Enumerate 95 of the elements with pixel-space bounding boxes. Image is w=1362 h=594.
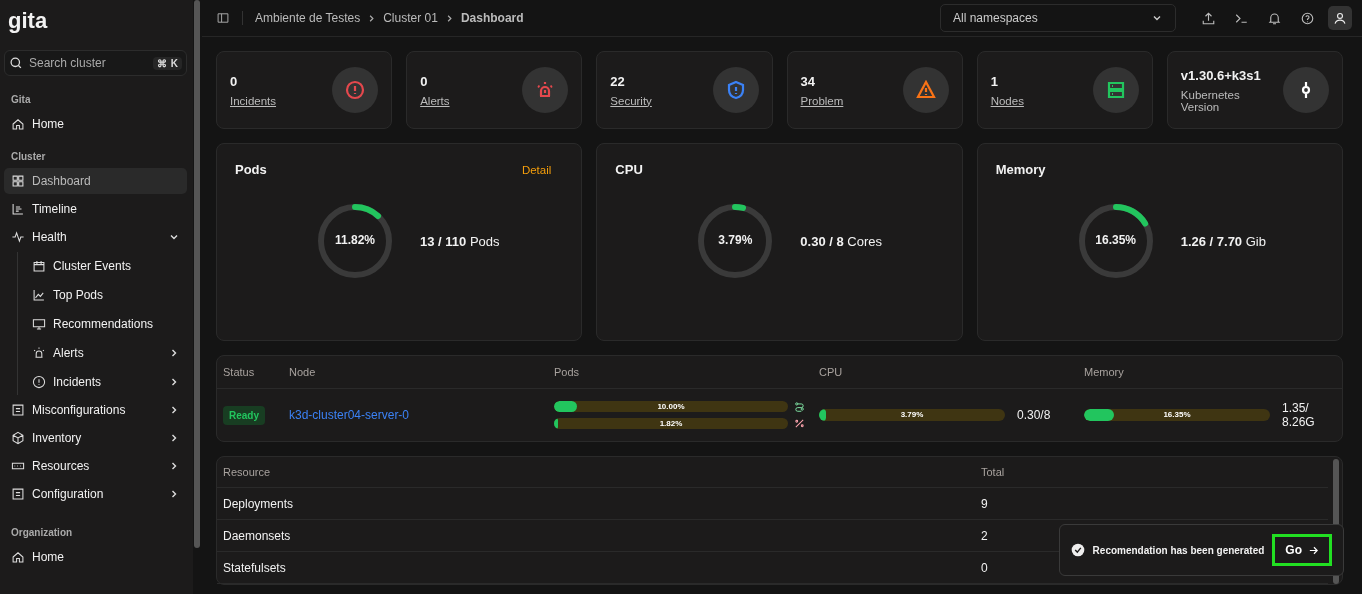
- table-cell-text: 0: [981, 560, 989, 575]
- gauge-percent: 16.35%: [1094, 233, 1137, 247]
- bar-label: 10.00%: [656, 401, 686, 412]
- namespace-select[interactable]: All namespaces: [940, 4, 1176, 32]
- sidebar-item[interactable]: Configuration: [4, 481, 187, 507]
- upload-icon[interactable]: [1201, 10, 1216, 26]
- column-header: CPU: [819, 366, 844, 378]
- sidebar-item[interactable]: Incidents: [25, 368, 187, 395]
- sidebar-item[interactable]: Home: [4, 111, 187, 137]
- logo: gita: [8, 8, 49, 34]
- section-label: Gita: [10, 93, 32, 107]
- stat-link[interactable]: Problem: [800, 94, 844, 107]
- card-title: CPU: [615, 162, 643, 177]
- stat-link[interactable]: Security: [610, 94, 652, 107]
- toast-message: Recomendation has been generated: [1092, 544, 1265, 556]
- stat-link[interactable]: Nodes: [990, 94, 1024, 107]
- usage-reading: 0.30/8: [1017, 408, 1051, 422]
- nav-icon: [11, 202, 25, 216]
- bar-label: 1.82%: [658, 418, 684, 429]
- bell-icon[interactable]: [1267, 10, 1282, 26]
- nav-icon: [32, 374, 46, 389]
- nav-icon: [32, 316, 46, 331]
- section-label: Organization: [10, 526, 74, 540]
- stat-value: 34: [800, 73, 816, 89]
- column-header: Memory: [1084, 366, 1125, 378]
- usage-reading: 1.35/ 8.26G: [1282, 401, 1316, 429]
- breadcrumb-link[interactable]: Dashboard: [460, 11, 524, 25]
- nav-icon: [32, 287, 46, 302]
- stat-value: v1.30.6+k3s1: [1180, 67, 1261, 83]
- stat-value: 22: [610, 73, 626, 89]
- column-header: Pods: [554, 366, 581, 378]
- usage-reading: 1.26 / 7.70 Gib: [1180, 233, 1266, 249]
- column-header: Resource: [223, 466, 272, 478]
- sidebar-item[interactable]: Cluster Events: [25, 252, 187, 279]
- check-circle-icon: [1070, 543, 1085, 557]
- stat-value: 0: [230, 73, 239, 89]
- route-icon: [794, 401, 805, 412]
- card-title: Memory: [995, 162, 1046, 177]
- sidebar-item[interactable]: Home: [4, 544, 187, 570]
- gauge-percent: 11.82%: [333, 233, 376, 247]
- shortcut-hint: ⌘ K: [152, 56, 182, 70]
- nav-icon: [11, 487, 25, 501]
- search-bar[interactable]: Search cluster ⌘ K: [4, 50, 187, 76]
- stat-label: Kubernetes Version: [1180, 88, 1241, 113]
- nav-icon: [32, 258, 46, 273]
- column-header: Status: [223, 366, 256, 378]
- sidebar-toggle-icon[interactable]: [216, 11, 230, 25]
- go-button[interactable]: Go: [1272, 534, 1332, 566]
- nav-icon: [32, 345, 46, 360]
- user-avatar-button[interactable]: [1328, 6, 1352, 30]
- sidebar-item[interactable]: Misconfigurations: [4, 397, 187, 423]
- breadcrumb-link[interactable]: Ambiente de Testes: [255, 11, 361, 25]
- table-cell-text: Daemonsets: [223, 528, 292, 543]
- scrollbar-thumb[interactable]: [194, 0, 200, 548]
- search-input[interactable]: Search cluster: [27, 55, 149, 71]
- breadcrumb-link[interactable]: Cluster 01: [383, 11, 438, 25]
- stat-value: 1: [990, 73, 999, 89]
- nav-icon: [11, 174, 25, 188]
- status-badge: Ready: [223, 406, 265, 425]
- stat-link[interactable]: Alerts: [420, 94, 450, 107]
- user-icon: [1333, 11, 1347, 25]
- table-cell-text: 2: [981, 528, 989, 543]
- gauge-percent: 3.79%: [717, 233, 754, 247]
- node-link[interactable]: k3d-cluster04-server-0: [289, 408, 410, 422]
- sidebar-item[interactable]: Resources: [4, 453, 187, 479]
- column-header: Total: [981, 466, 1006, 478]
- nav-icon: [11, 117, 25, 131]
- sidebar-item[interactable]: Dashboard: [4, 168, 187, 194]
- sidebar-item[interactable]: Alerts: [25, 339, 187, 366]
- bar-label: 16.35%: [1162, 409, 1192, 421]
- nav-icon: [11, 403, 25, 417]
- stat-link[interactable]: Incidents: [230, 94, 277, 107]
- sidebar-item[interactable]: Health: [4, 224, 187, 250]
- detail-link[interactable]: Detail: [521, 163, 552, 176]
- nav-icon: [11, 550, 25, 564]
- nav-icon: [11, 431, 25, 445]
- section-label: Cluster: [10, 150, 47, 164]
- stat-value: 0: [420, 73, 429, 89]
- table-cell-text: Statefulsets: [223, 560, 287, 575]
- sidebar-item[interactable]: Recommendations: [25, 310, 187, 337]
- usage-reading: 13 / 110 Pods: [420, 233, 500, 249]
- bar-label: 3.79%: [899, 409, 925, 421]
- percent-icon: [794, 418, 805, 429]
- search-icon: [9, 56, 23, 70]
- arrow-right-icon: [1308, 544, 1319, 556]
- table-cell-text: 9: [981, 496, 989, 511]
- nav-icon: [11, 230, 25, 244]
- sidebar-item[interactable]: Inventory: [4, 425, 187, 451]
- usage-reading: 0.30 / 8 Cores: [800, 233, 882, 249]
- column-header: Node: [289, 366, 317, 378]
- card-title: Pods: [235, 162, 267, 177]
- table-cell-text: Deployments: [223, 496, 295, 511]
- sidebar-item[interactable]: Top Pods: [25, 281, 187, 308]
- sidebar-item[interactable]: Timeline: [4, 196, 187, 222]
- help-icon[interactable]: [1300, 10, 1315, 26]
